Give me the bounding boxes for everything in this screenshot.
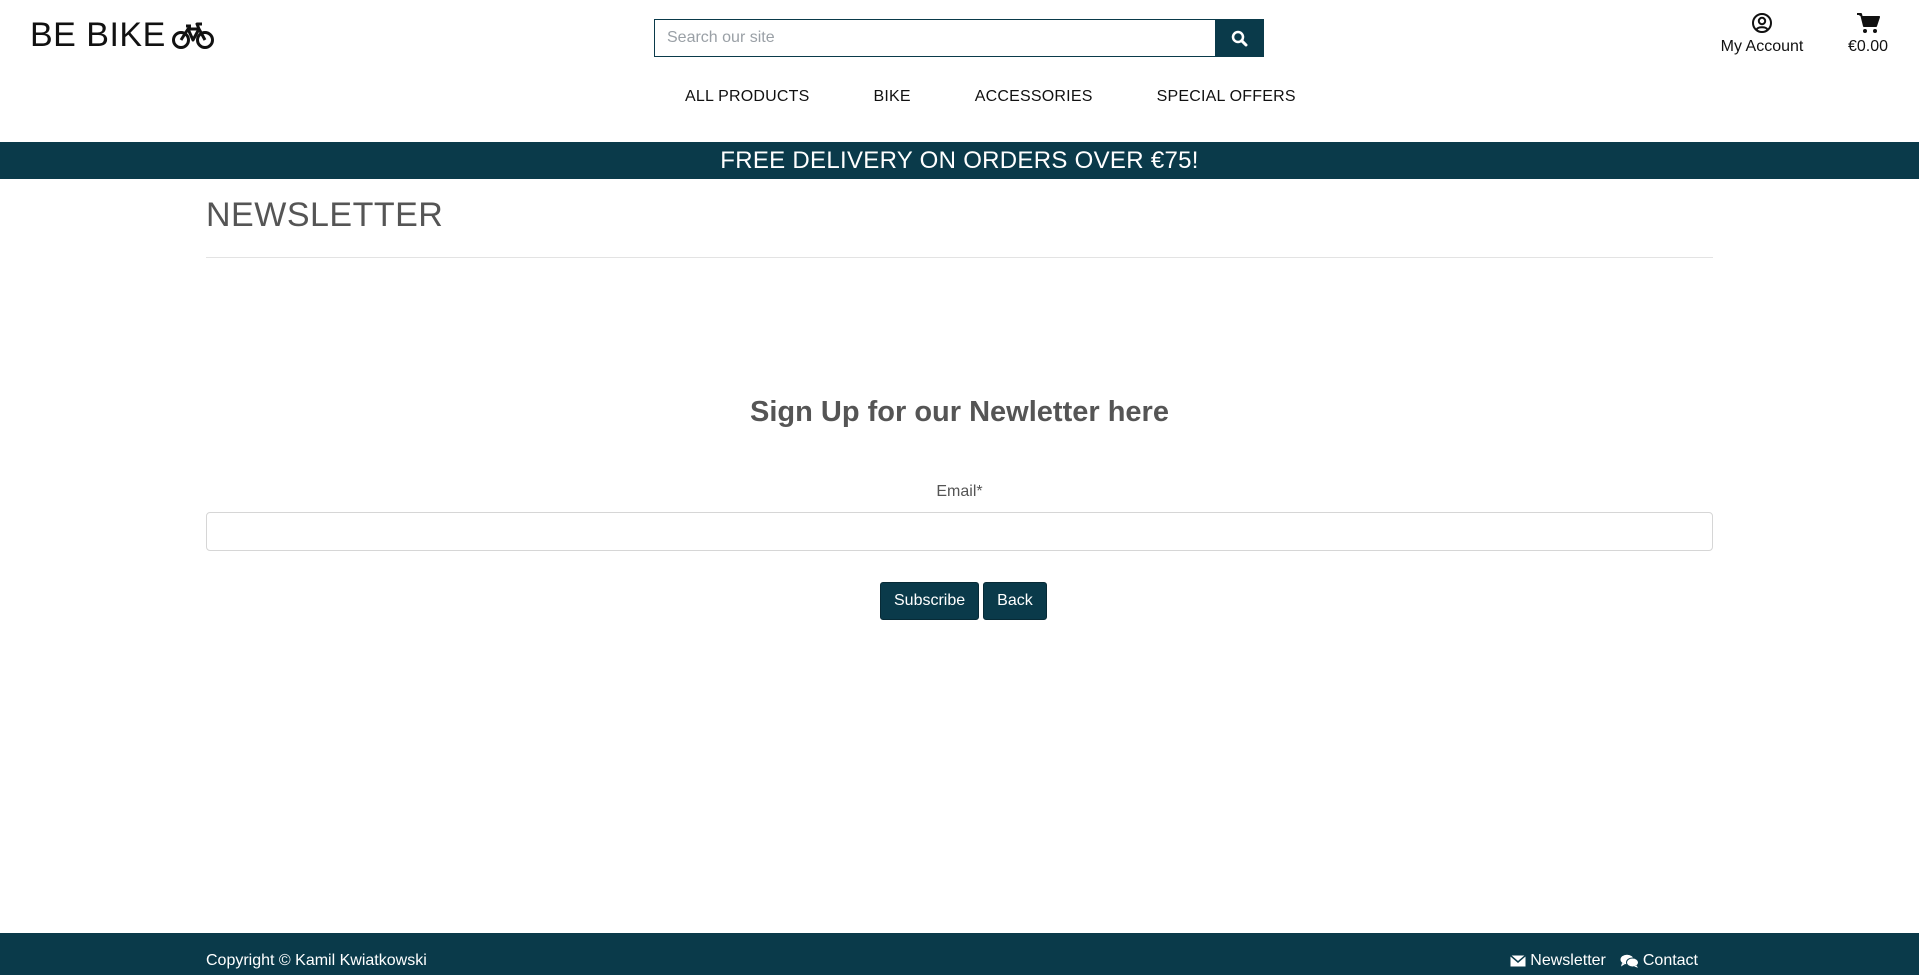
page-title: NEWSLETTER <box>206 196 444 234</box>
form-actions: Subscribe Back <box>880 582 1047 620</box>
email-field[interactable] <box>206 512 1713 551</box>
search-bar <box>654 19 1264 57</box>
search-input[interactable] <box>654 19 1215 57</box>
nav-item-accessories[interactable]: ACCESSORIES <box>975 88 1093 106</box>
main-nav: ALL PRODUCTS BIKE ACCESSORIES SPECIAL OF… <box>685 88 1296 106</box>
subscribe-button[interactable]: Subscribe <box>880 582 980 620</box>
copyright-text: Copyright © Kamil Kwiatkowski <box>206 952 427 969</box>
footer-contact-label: Contact <box>1642 952 1698 969</box>
footer-newsletter-link[interactable]: Newsletter <box>1510 952 1606 970</box>
envelope-icon <box>1510 955 1527 967</box>
nav-item-bike[interactable]: BIKE <box>874 88 911 106</box>
user-circle-icon <box>1752 13 1772 33</box>
footer-links: Newsletter Contact <box>1510 952 1698 970</box>
newsletter-heading: Sign Up for our Newletter here <box>750 396 1169 428</box>
shopping-cart-icon <box>1857 13 1880 33</box>
delivery-banner-text: FREE DELIVERY ON ORDERS OVER €75! <box>720 146 1199 174</box>
search-button[interactable] <box>1215 19 1264 57</box>
site-logo[interactable]: BE BIKE <box>30 16 214 55</box>
my-account-label: My Account <box>1720 38 1804 55</box>
delivery-banner: FREE DELIVERY ON ORDERS OVER €75! <box>0 142 1919 179</box>
nav-item-all-products[interactable]: ALL PRODUCTS <box>685 88 810 106</box>
logo-text: BE BIKE <box>30 16 166 54</box>
cart-amount: €0.00 <box>1847 38 1889 55</box>
footer-newsletter-label: Newsletter <box>1530 952 1606 969</box>
bicycle-icon <box>171 22 214 49</box>
chat-bubbles-icon <box>1620 954 1639 968</box>
my-account-link[interactable]: My Account <box>1712 12 1812 56</box>
title-divider <box>206 257 1713 258</box>
page: BE BIKE My Account <box>0 0 1919 975</box>
email-label: Email* <box>936 483 983 500</box>
footer-contact-link[interactable]: Contact <box>1620 952 1698 970</box>
nav-item-special-offers[interactable]: SPECIAL OFFERS <box>1157 88 1296 106</box>
site-footer: Copyright © Kamil Kwiatkowski Newsletter… <box>0 933 1919 975</box>
cart-link[interactable]: €0.00 <box>1838 12 1898 56</box>
search-icon <box>1231 30 1248 46</box>
back-button[interactable]: Back <box>983 582 1047 620</box>
